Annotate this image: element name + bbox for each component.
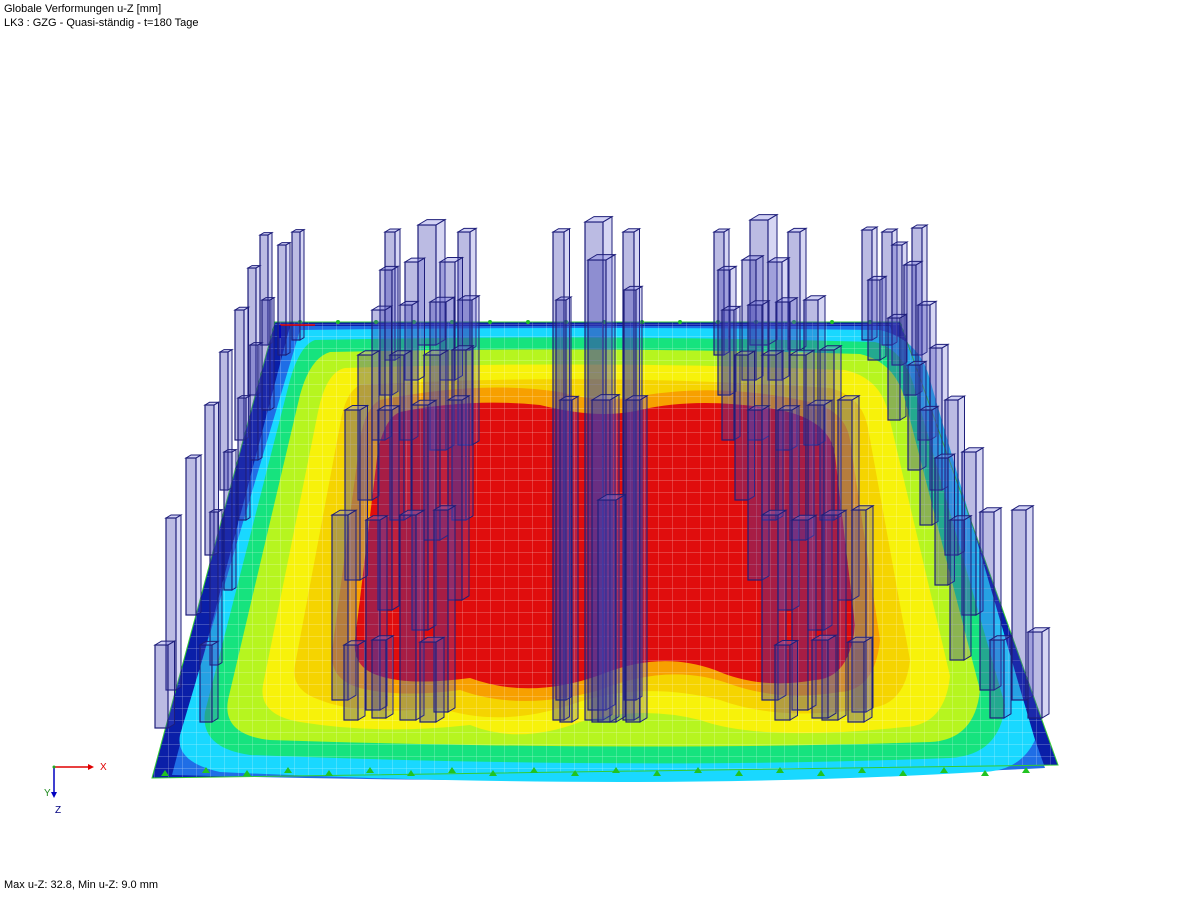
column xyxy=(342,639,367,721)
column xyxy=(236,394,252,521)
column xyxy=(184,454,203,616)
axis-origin xyxy=(52,765,56,769)
column-side xyxy=(789,639,798,721)
column-face xyxy=(154,644,169,729)
column-side xyxy=(403,349,412,521)
column xyxy=(222,448,238,591)
z-axis-label: Z xyxy=(55,805,61,816)
column-face xyxy=(185,457,197,616)
support-symbol xyxy=(488,320,492,324)
column-side xyxy=(391,404,400,611)
column-side xyxy=(461,394,470,601)
model-viewport[interactable]: X Y Z xyxy=(0,0,1200,900)
column xyxy=(290,228,306,341)
column-face xyxy=(747,409,763,581)
support-symbol xyxy=(336,320,340,324)
column-side xyxy=(863,636,873,723)
column-face xyxy=(277,244,287,356)
column xyxy=(418,636,446,723)
column-face xyxy=(934,457,949,586)
column-face xyxy=(199,644,213,723)
column-side xyxy=(1041,626,1050,719)
column-face xyxy=(887,317,901,421)
column xyxy=(886,313,908,421)
column xyxy=(260,296,276,411)
column xyxy=(773,639,800,721)
column xyxy=(276,241,292,356)
column-side xyxy=(175,514,182,691)
column-side xyxy=(435,636,445,723)
column-side xyxy=(899,313,907,421)
column-face xyxy=(867,279,881,361)
column xyxy=(248,341,264,461)
column xyxy=(1026,626,1051,719)
column-face xyxy=(249,344,259,461)
column-side xyxy=(257,341,263,461)
support-symbol xyxy=(678,320,682,324)
column-side xyxy=(827,634,837,719)
column-side xyxy=(571,395,579,723)
y-axis-label: Y xyxy=(44,788,51,799)
column-side xyxy=(879,275,887,361)
column xyxy=(988,634,1013,719)
column-face xyxy=(597,499,617,723)
column-face xyxy=(919,409,933,526)
column-face xyxy=(721,309,735,441)
column-face xyxy=(291,231,301,341)
column xyxy=(866,275,888,361)
column-face xyxy=(419,641,437,723)
column-face xyxy=(559,399,573,723)
column-side xyxy=(1003,634,1012,719)
column-side xyxy=(167,640,175,729)
column-side xyxy=(963,514,972,661)
column-face xyxy=(1011,509,1027,701)
column xyxy=(370,634,395,719)
column xyxy=(558,395,580,723)
column xyxy=(596,493,627,723)
column-face xyxy=(625,399,641,723)
column xyxy=(948,514,973,661)
column-face xyxy=(237,397,247,521)
column xyxy=(624,394,649,723)
column-face xyxy=(343,644,359,721)
column-side xyxy=(385,634,394,719)
x-axis-arrowhead xyxy=(88,764,94,770)
column-face xyxy=(949,519,965,661)
column-side xyxy=(615,493,626,723)
column-face xyxy=(223,451,233,591)
column-face xyxy=(1027,631,1043,719)
column-side xyxy=(299,228,305,341)
column xyxy=(198,640,220,723)
column-side xyxy=(217,508,223,666)
column-side xyxy=(639,394,648,723)
column-side xyxy=(447,504,456,713)
column-face xyxy=(399,514,417,721)
column-side xyxy=(231,448,237,591)
axis-triad: X Y Z xyxy=(44,762,107,816)
column-face xyxy=(261,299,271,411)
x-axis-label: X xyxy=(100,762,107,773)
column xyxy=(153,640,177,729)
support-symbol xyxy=(830,320,834,324)
support-symbol xyxy=(526,320,530,324)
column-side xyxy=(269,296,275,411)
column-face xyxy=(734,354,749,501)
column-side xyxy=(357,639,366,721)
column-side xyxy=(211,640,219,723)
result-extremes-label: Max u-Z: 32.8, Min u-Z: 9.0 mm xyxy=(4,879,159,891)
z-axis-arrowhead xyxy=(51,792,57,798)
column xyxy=(810,634,838,719)
column-side xyxy=(195,454,202,616)
column xyxy=(846,636,874,723)
column-face xyxy=(774,644,791,721)
column-side xyxy=(245,394,251,521)
column-face xyxy=(847,641,865,723)
column-face xyxy=(371,639,387,719)
column-side xyxy=(837,509,847,721)
column-face xyxy=(989,639,1005,719)
column-side xyxy=(285,241,291,356)
column-face xyxy=(811,639,829,719)
column-face xyxy=(907,364,921,471)
